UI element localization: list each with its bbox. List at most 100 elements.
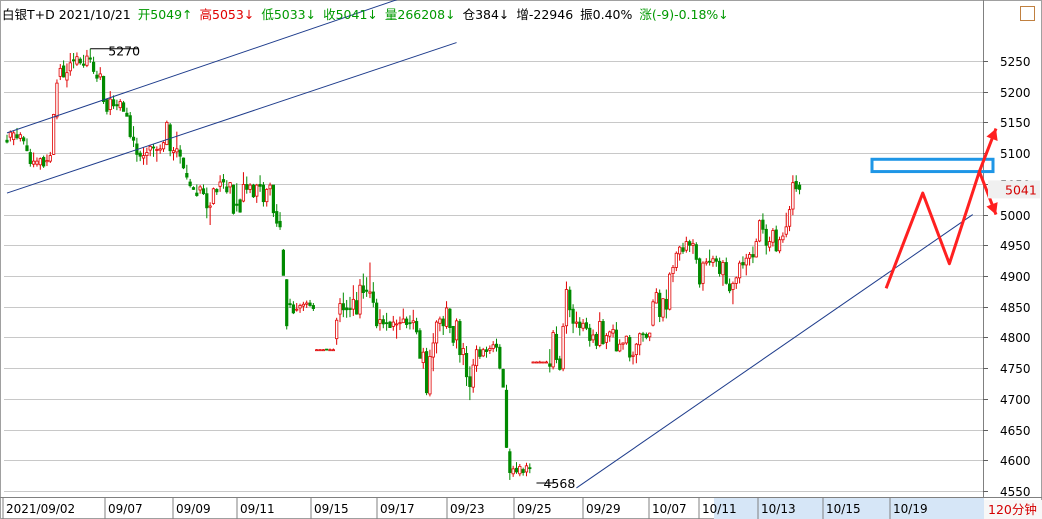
candle-body-up xyxy=(518,466,522,475)
candle-body-up xyxy=(331,349,335,352)
candle-body-down xyxy=(504,389,509,448)
y-tick-label: 4850 xyxy=(1000,301,1031,315)
candle xyxy=(784,212,788,238)
candle-body-up xyxy=(747,254,752,259)
candle-body-down xyxy=(151,146,156,149)
candle-body-down xyxy=(25,145,29,152)
candle-body-down xyxy=(291,304,295,314)
candle xyxy=(777,236,782,254)
candle-body-up xyxy=(791,182,795,210)
candle xyxy=(258,175,262,192)
candle xyxy=(158,144,162,154)
candle-body-down xyxy=(644,333,648,338)
candle-body-down xyxy=(688,241,692,246)
candle xyxy=(215,188,219,195)
candle xyxy=(388,320,392,329)
candle-body-down xyxy=(128,115,132,137)
candle-body-up xyxy=(265,188,269,203)
candle-body-up xyxy=(248,184,252,190)
candlestick-chart[interactable]: 4550 4600 4650 4700 4750 4800 4850 4900 4950 5000… xyxy=(0,0,1042,519)
x-tick-label: 09/11 xyxy=(240,502,275,516)
candle-body-up xyxy=(654,292,658,304)
candle-body-up xyxy=(55,82,59,118)
candle-body-up xyxy=(65,72,69,81)
candle-body-down xyxy=(408,322,412,325)
candle xyxy=(411,309,415,330)
candle-body-up xyxy=(395,323,399,326)
candle-body-down xyxy=(664,298,668,310)
candle-body-down xyxy=(508,451,512,473)
candle-body-up xyxy=(461,348,465,356)
candle xyxy=(628,334,632,362)
candle xyxy=(734,276,738,289)
candle xyxy=(375,298,379,329)
candle-body-up xyxy=(721,262,725,276)
candle xyxy=(754,238,758,258)
candle-body-up xyxy=(454,320,459,341)
last-price-label: 5041 xyxy=(1005,182,1037,197)
candle-body-up xyxy=(45,160,49,163)
candle-body-down xyxy=(348,308,352,310)
candle xyxy=(308,299,312,307)
candle-body-up xyxy=(474,349,479,367)
candle-body-down xyxy=(578,321,582,329)
candle-body-up xyxy=(767,241,772,248)
candle-body-up xyxy=(68,62,72,72)
candle-body-down xyxy=(231,184,236,214)
candle xyxy=(281,248,285,276)
candle-body-up xyxy=(401,318,405,324)
candle-body-up xyxy=(318,349,322,352)
candle-body-down xyxy=(115,104,119,107)
candle xyxy=(714,255,718,267)
candle xyxy=(448,307,452,334)
candle xyxy=(761,213,765,234)
candle-body-up xyxy=(734,277,738,284)
candle xyxy=(408,315,412,330)
candle xyxy=(195,184,199,197)
candle xyxy=(444,301,449,329)
candle-body-up xyxy=(145,152,149,156)
y-tick-label: 5000 xyxy=(1000,209,1031,223)
candle-body-up xyxy=(674,252,678,268)
candle xyxy=(271,184,276,218)
candle-body-down xyxy=(554,333,559,360)
candle-body-down xyxy=(468,376,472,387)
candle xyxy=(554,326,559,364)
candle-body-up xyxy=(161,142,166,150)
candle xyxy=(221,174,226,189)
candle-body-up xyxy=(704,261,708,264)
candle-body-up xyxy=(141,155,146,159)
candle-body-down xyxy=(28,152,32,164)
candle-body-down xyxy=(568,289,572,311)
candle xyxy=(131,126,136,147)
candle xyxy=(32,152,36,168)
candle-body-up xyxy=(651,301,655,326)
candle-body-up xyxy=(241,184,246,202)
candle xyxy=(708,249,712,266)
candle-body-down xyxy=(15,134,19,139)
candle-body-down xyxy=(708,260,712,263)
candle xyxy=(311,303,315,312)
candle-body-up xyxy=(268,184,272,190)
high-price: 高5053↓ xyxy=(199,7,255,22)
candle xyxy=(601,319,605,345)
candle-body-up xyxy=(85,55,89,66)
candle xyxy=(22,135,26,145)
candle xyxy=(488,345,492,355)
candle xyxy=(255,183,259,203)
candle xyxy=(5,134,9,144)
period-selector[interactable]: 120分钟 xyxy=(984,500,1042,519)
y-tick-label: 4750 xyxy=(1000,362,1031,376)
candle-body-down xyxy=(478,349,482,357)
x-tick-label: 09/25 xyxy=(517,502,552,516)
candle xyxy=(161,141,166,152)
candle xyxy=(105,98,109,115)
candle-body-down xyxy=(5,139,9,143)
candle-body-down xyxy=(361,285,365,293)
candle-body-down xyxy=(235,203,239,206)
candle xyxy=(704,258,708,266)
candle-body-up xyxy=(444,307,449,327)
candle-body-down xyxy=(111,99,116,107)
candle xyxy=(201,184,206,195)
window-restore-icon[interactable] xyxy=(1020,6,1035,21)
